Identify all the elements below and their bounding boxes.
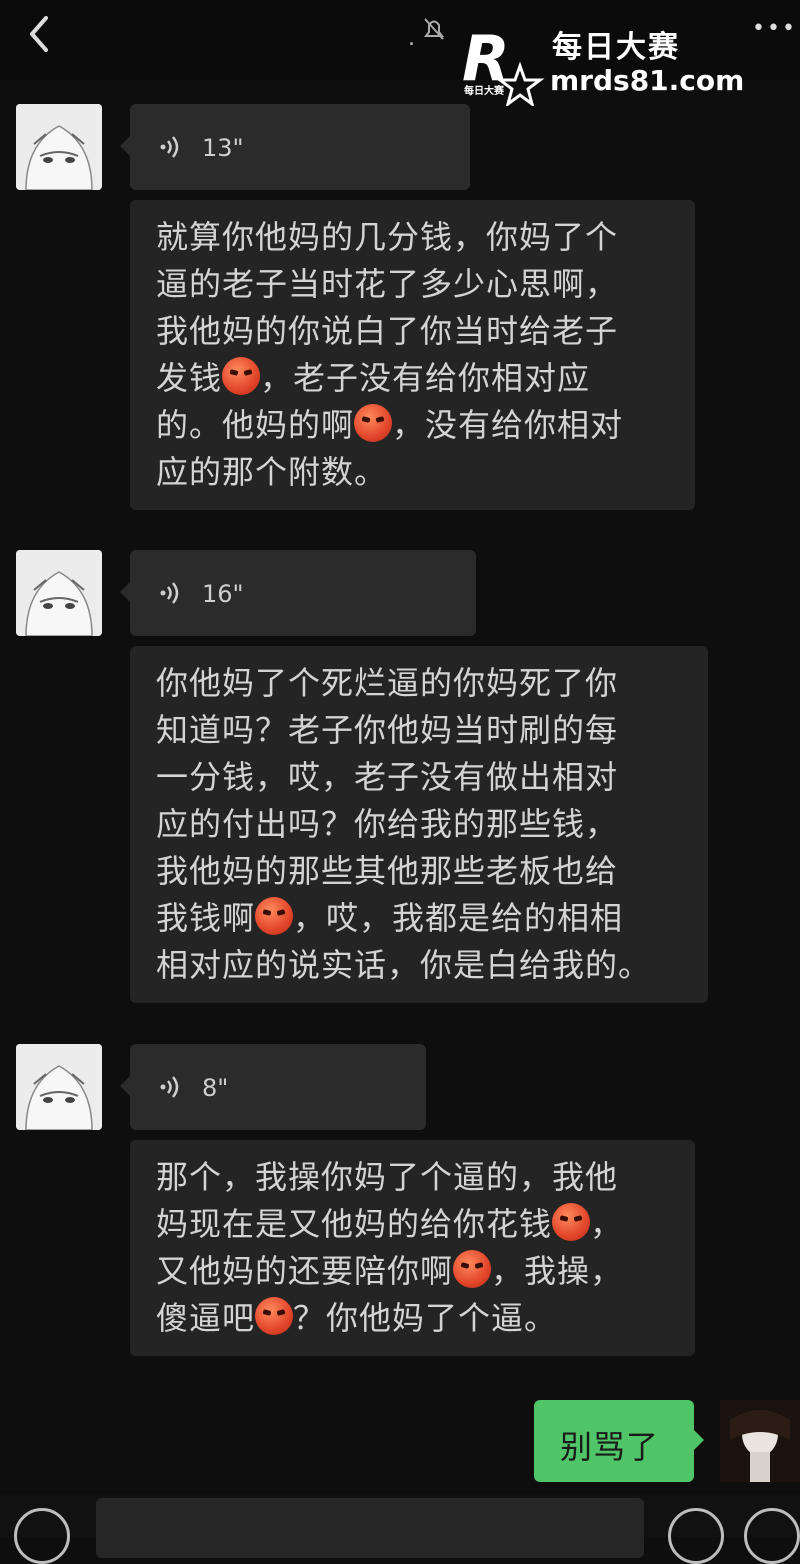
transcript-line: 那个，我操你妈了个逼的，我他 <box>156 1158 619 1196</box>
voice-message[interactable]: 13" <box>120 104 470 190</box>
voice-transcript: 你他妈了个死烂逼的你妈死了你 知道吗？老子你他妈当时刷的每 一分钱，哎，老子没有… <box>130 646 708 1003</box>
transcript-line: 我他妈的那些其他那些老板也给 <box>156 852 619 890</box>
more-functions-plus-icon[interactable] <box>744 1508 800 1564</box>
transcript-line: 逼的老子当时花了多少心思啊， <box>156 265 619 303</box>
watermark-url: mrds81.com <box>550 64 745 97</box>
voice-wave-icon <box>160 136 179 158</box>
own-avatar[interactable] <box>720 1400 800 1482</box>
transcript-line: 我他妈的你说白了你当时给老子 <box>156 312 619 350</box>
voice-wave-icon <box>160 582 179 604</box>
angry-face-emoji <box>255 897 294 935</box>
transcript-line: 你他妈了个死烂逼的你妈死了你 <box>156 664 619 702</box>
sender-avatar[interactable] <box>16 550 102 636</box>
transcript-line: 应的那个附数。 <box>156 453 388 491</box>
emoji-button-icon[interactable] <box>668 1508 724 1564</box>
bottom-input-bar <box>0 1494 800 1564</box>
svg-text:R: R <box>462 24 510 95</box>
voice-transcript: 那个，我操你妈了个逼的，我他 妈现在是又他妈的给你花钱， 又他妈的还要陪你啊 ，我… <box>130 1140 695 1356</box>
transcript-line: 相对应的说实话，你是白给我的。 <box>156 946 652 984</box>
transcript-line: 的。他妈的啊 ，没有给你相对 <box>156 404 624 444</box>
angry-face-emoji <box>255 1297 294 1335</box>
transcript-line: 应的付出吗？你给我的那些钱， <box>156 805 619 843</box>
transcript-line: 知道吗？老子你他妈当时刷的每 <box>156 711 619 749</box>
transcript-line: 一分钱，哎，老子没有做出相对 <box>156 758 619 796</box>
sender-avatar[interactable] <box>16 1044 102 1130</box>
voice-message[interactable]: 8" <box>120 1044 426 1130</box>
transcript-line: 妈现在是又他妈的给你花钱， <box>156 1203 624 1243</box>
message-input[interactable] <box>96 1498 644 1558</box>
transcript-line: 傻逼吧 ？你他妈了个逼。 <box>156 1297 558 1337</box>
angry-face-emoji <box>552 1203 591 1241</box>
angry-face-emoji <box>354 404 393 442</box>
watermark-brand: 每日大赛 <box>552 30 680 65</box>
transcript-line: 发钱 ，老子没有给你相对应 <box>156 357 591 397</box>
sent-message-bubble[interactable]: 别骂了 <box>534 1400 704 1482</box>
voice-duration: 13" <box>202 134 244 162</box>
mute-bell-icon <box>424 18 444 40</box>
watermark: R 每日大赛 每日大赛 mrds81.com <box>456 22 776 108</box>
transcript-line: 就算你他妈的几分钱，你妈了个 <box>156 218 619 256</box>
angry-face-emoji <box>453 1250 492 1288</box>
transcript-line: 我钱啊 ，哎，我都是给的相相 <box>156 897 624 937</box>
sender-avatar[interactable] <box>16 104 102 190</box>
transcript-line: 又他妈的还要陪你啊 ，我操， <box>156 1250 624 1290</box>
voice-wave-icon <box>160 1076 179 1098</box>
angry-face-emoji <box>222 357 261 395</box>
watermark-logo: R 每日大赛 <box>462 24 545 106</box>
sent-message-text: 别骂了 <box>560 1428 660 1466</box>
voice-message[interactable]: 16" <box>120 550 476 636</box>
voice-duration: 16" <box>202 580 244 608</box>
voice-transcript: 就算你他妈的几分钱，你妈了个 逼的老子当时花了多少心思啊， 我他妈的你说白了你当… <box>130 200 695 510</box>
voice-input-toggle-icon[interactable] <box>14 1508 70 1564</box>
back-arrow-icon[interactable] <box>20 14 60 54</box>
svg-text:每日大赛: 每日大赛 <box>464 84 505 97</box>
chat-title: . <box>408 26 415 51</box>
voice-duration: 8" <box>202 1074 229 1102</box>
